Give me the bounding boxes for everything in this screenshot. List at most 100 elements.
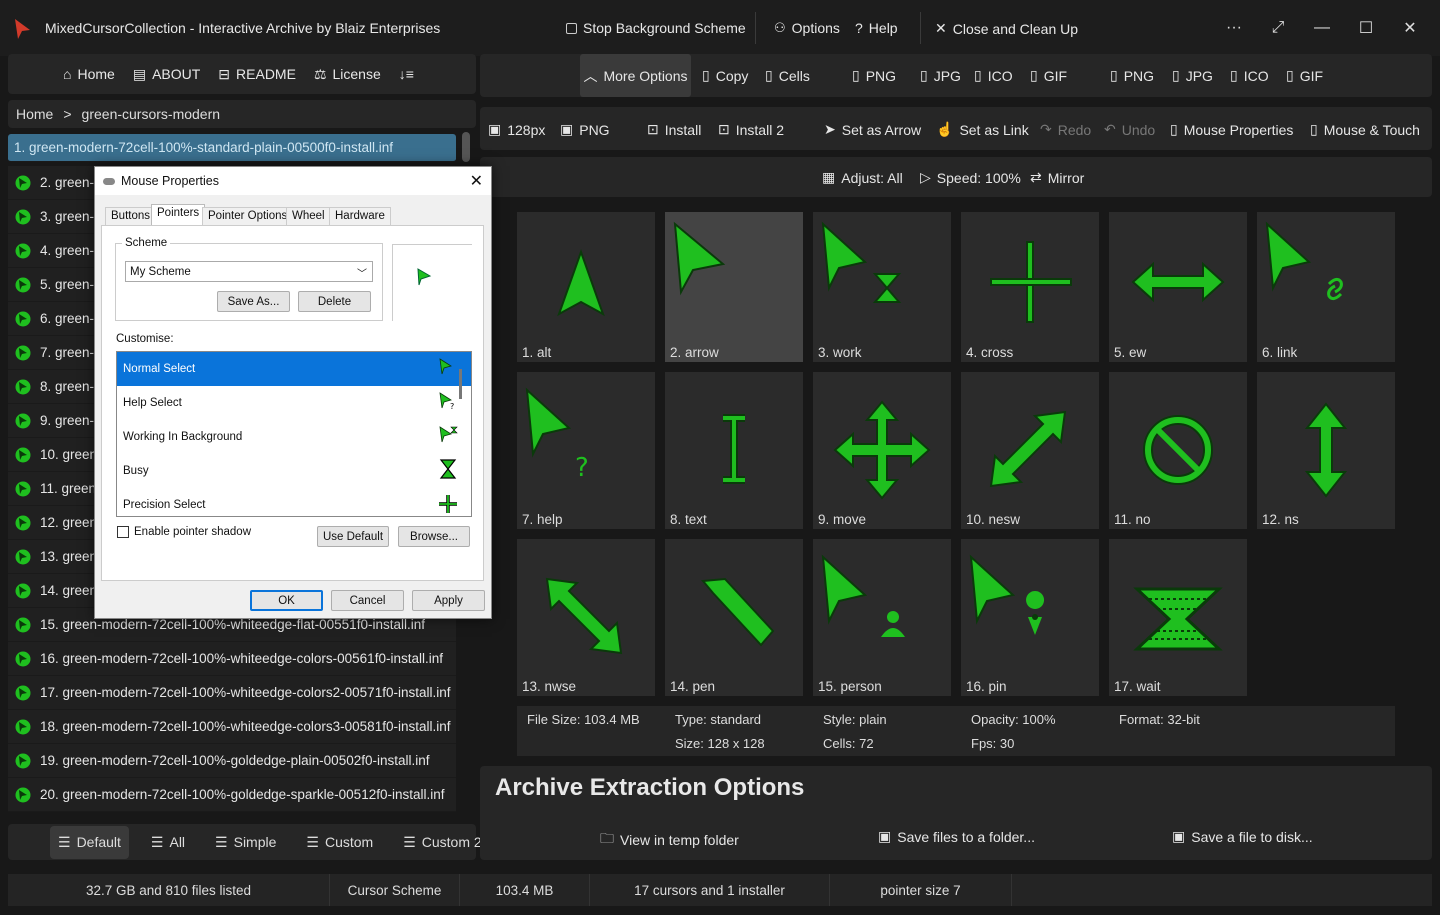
pointer-shadow-checkbox[interactable]: Enable pointer shadow <box>117 526 251 538</box>
cursor-cell-text[interactable]: 8. text <box>665 372 803 529</box>
file-list-item[interactable]: 16. green-modern-72cell-100%-whiteedge-c… <box>8 642 456 676</box>
cursor-cell-move[interactable]: 9. move <box>813 372 951 529</box>
apply-button[interactable]: Apply <box>412 590 485 611</box>
gif-button[interactable]: ▯ GIF <box>1030 67 1067 84</box>
file-list-scrollbar[interactable] <box>462 132 470 162</box>
readme-button[interactable]: ⊟ README <box>218 66 296 83</box>
cursor-cell-link[interactable]: 6. link <box>1257 212 1395 362</box>
save-file-to-disk-button[interactable]: ▣ Save a file to disk... <box>1172 828 1313 845</box>
cursor-label: 5. ew <box>1114 345 1147 360</box>
size-button[interactable]: ▣ 128px <box>488 121 545 138</box>
cursor-cell-nwse[interactable]: 13. nwse <box>517 539 655 696</box>
breadcrumb-home[interactable]: Home <box>16 106 53 122</box>
set-as-link-button[interactable]: ☝ Set as Link <box>936 121 1029 138</box>
maximize-icon[interactable]: ☐ <box>1344 0 1388 56</box>
pointer-list-item[interactable]: Precision Select <box>117 488 471 516</box>
scheme-select[interactable]: My Scheme ﹀ <box>125 261 373 282</box>
jpg-button-2[interactable]: ▯ JPG <box>1172 67 1213 84</box>
more-menu-button[interactable]: ··· <box>1212 0 1256 56</box>
mouse-touch-button[interactable]: ▯ Mouse & Touch <box>1310 121 1420 138</box>
file-list-item[interactable]: 19. green-modern-72cell-100%-goldedge-pl… <box>8 744 456 778</box>
options-button[interactable]: ⚇ Options <box>774 20 840 36</box>
cursor-cell-cross[interactable]: 4. cross <box>961 212 1099 362</box>
cursor-cell-wait[interactable]: 17. wait <box>1109 539 1247 696</box>
delete-button[interactable]: Delete <box>298 291 371 312</box>
expand-icon[interactable]: ⤢ <box>1256 0 1300 56</box>
install-2-label: Install 2 <box>735 121 784 138</box>
jpg-button[interactable]: ▯ JPG <box>920 67 961 84</box>
file-list-item[interactable]: 18. green-modern-72cell-100%-whiteedge-c… <box>8 710 456 744</box>
stop-background-scheme-button[interactable]: Stop Background Scheme <box>566 20 746 36</box>
window-close-icon[interactable]: ✕ <box>1388 0 1432 56</box>
pointer-list-item[interactable]: Help Select? <box>117 386 471 420</box>
ico-button[interactable]: ▯ ICO <box>974 67 1013 84</box>
home-button[interactable]: ⌂ Home <box>63 66 115 82</box>
file-list-item[interactable]: 17. green-modern-72cell-100%-whiteedge-c… <box>8 676 456 710</box>
cursor-cell-ns[interactable]: 12. ns <box>1257 372 1395 529</box>
about-button[interactable]: ▤ ABOUT <box>133 66 200 83</box>
pointer-list-scrollbar[interactable] <box>459 369 462 399</box>
cursor-cell-arrow[interactable]: 2. arrow <box>665 212 803 362</box>
pointer-icon <box>439 495 457 513</box>
close-and-clean-up-button[interactable]: ✕ Close and Clean Up <box>935 20 1078 37</box>
cursor-cell-ew[interactable]: 5. ew <box>1109 212 1247 362</box>
copy-button[interactable]: ▯ Copy <box>702 67 748 84</box>
mouse-properties-button[interactable]: ▯ Mouse Properties <box>1170 121 1293 138</box>
redo-button[interactable]: ↷ Redo <box>1040 121 1091 138</box>
tab-hardware[interactable]: Hardware <box>329 207 391 226</box>
browse-button[interactable]: Browse... <box>398 526 470 547</box>
ico-button-2[interactable]: ▯ ICO <box>1230 67 1269 84</box>
copy-icon: ▯ <box>765 67 773 83</box>
cursor-cell-alt[interactable]: 1. alt <box>517 212 655 362</box>
more-options-button[interactable]: ︿ More Options <box>580 54 691 97</box>
breadcrumb-current[interactable]: green-cursors-modern <box>82 106 221 122</box>
gif-button-2[interactable]: ▯ GIF <box>1286 67 1323 84</box>
mirror-button[interactable]: ⇄ Mirror <box>1030 169 1084 186</box>
cursor-alt-icon <box>557 249 605 317</box>
view-tab-default[interactable]: ☰ Default <box>50 825 129 859</box>
set-as-arrow-button[interactable]: ➤ Set as Arrow <box>824 121 921 138</box>
adjust-button[interactable]: ▦ Adjust: All <box>822 169 903 186</box>
use-default-button[interactable]: Use Default <box>317 526 389 547</box>
pointer-list-item[interactable]: Normal Select <box>117 352 471 386</box>
cursor-cell-help[interactable]: ? 7. help <box>517 372 655 529</box>
save-png-button[interactable]: ▣ PNG <box>560 121 610 138</box>
view-in-temp-folder-button[interactable]: 🗀 View in temp folder <box>600 828 739 852</box>
file-list-item[interactable]: 1. green-modern-72cell-100%-standard-pla… <box>8 134 456 162</box>
help-button[interactable]: ? Help <box>855 20 898 36</box>
save-files-to-folder-button[interactable]: ▣ Save files to a folder... <box>878 828 1035 845</box>
cursor-cell-work[interactable]: 3. work <box>813 212 951 362</box>
dialog-close-icon[interactable]: ✕ <box>470 171 483 191</box>
cursor-cell-no[interactable]: 11. no <box>1109 372 1247 529</box>
tab-buttons[interactable]: Buttons <box>105 207 156 226</box>
png-button-2[interactable]: ▯ PNG <box>1110 67 1154 84</box>
cells-button[interactable]: ▯ Cells <box>765 67 810 84</box>
view-tab-custom-2[interactable]: ☰ Custom 2 <box>395 826 489 859</box>
tab-pointers[interactable]: Pointers <box>151 204 206 226</box>
cursor-label: 16. pin <box>966 679 1007 694</box>
pointer-list-item[interactable]: Busy <box>117 454 471 488</box>
tab-pointer-options[interactable]: Pointer Options <box>202 207 294 226</box>
pointer-list-item[interactable]: Working In Background <box>117 420 471 454</box>
sort-button[interactable]: ↓≡ <box>399 66 414 82</box>
install-button[interactable]: ⊡ Install <box>647 121 701 138</box>
view-tab-all[interactable]: ☰ All <box>143 826 193 859</box>
cursor-cell-person[interactable]: 15. person <box>813 539 951 696</box>
license-button[interactable]: ⚖ License <box>314 66 381 83</box>
tab-wheel[interactable]: Wheel <box>286 207 331 226</box>
cursor-cell-nesw[interactable]: 10. nesw <box>961 372 1099 529</box>
cursor-cell-pin[interactable]: 16. pin <box>961 539 1099 696</box>
undo-button[interactable]: ↶ Undo <box>1104 121 1155 138</box>
view-tab-simple[interactable]: ☰ Simple <box>207 826 284 859</box>
ok-button[interactable]: OK <box>250 590 323 611</box>
cancel-button[interactable]: Cancel <box>331 590 404 611</box>
save-as-button[interactable]: Save As... <box>217 291 290 312</box>
cursor-cell-pen[interactable]: 14. pen <box>665 539 803 696</box>
view-tab-custom[interactable]: ☰ Custom <box>298 826 381 859</box>
install-2-button[interactable]: ⊡ Install 2 <box>718 121 784 138</box>
file-list-item[interactable]: 20. green-modern-72cell-100%-goldedge-sp… <box>8 778 456 812</box>
minimize-icon[interactable]: — <box>1300 0 1344 56</box>
speed-button[interactable]: ▷ Speed: 100% <box>920 169 1021 186</box>
png-button[interactable]: ▯ PNG <box>852 67 896 84</box>
redo-icon: ↷ <box>1040 121 1052 137</box>
